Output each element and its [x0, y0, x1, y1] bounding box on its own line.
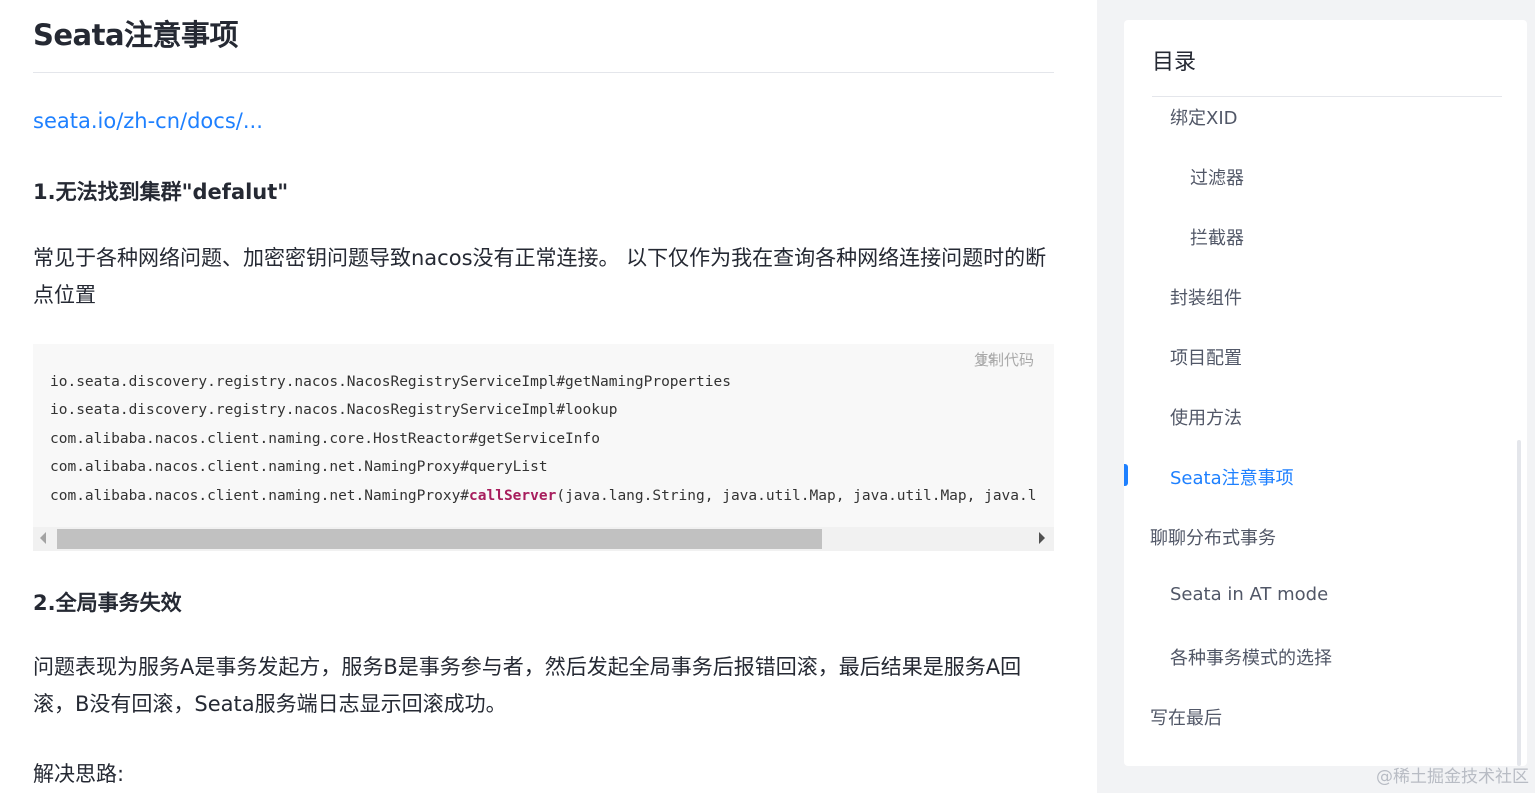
section-heading: Seata注意事项: [33, 18, 239, 52]
scrollbar-thumb[interactable]: [57, 529, 822, 549]
toc-item-conclusion[interactable]: 写在最后: [1150, 704, 1222, 730]
code-line: com.alibaba.nacos.client.naming.net.Nami…: [50, 459, 548, 476]
code-content: io.seata.discovery.registry.nacos.NacosR…: [50, 368, 1036, 510]
code-text: com.alibaba.nacos.client.naming.net.Nami…: [50, 487, 470, 504]
code-block: js 复制代码 io.seata.discovery.registry.naco…: [33, 344, 1054, 551]
toc-item-filter[interactable]: 过滤器: [1190, 164, 1244, 190]
heading-divider: [33, 72, 1054, 73]
code-keyword: callServer: [469, 487, 557, 504]
paragraph-3: 解决思路:: [33, 762, 125, 786]
toc-item-bind-xid[interactable]: 绑定XID: [1170, 104, 1238, 130]
toc-divider: [1152, 96, 1502, 97]
site-watermark: @稀土掘金技术社区: [1376, 767, 1529, 787]
toc-item-usage[interactable]: 使用方法: [1170, 404, 1242, 430]
toc-item-wrap-component[interactable]: 封装组件: [1170, 284, 1242, 310]
toc-active-indicator: [1124, 464, 1128, 486]
docs-link[interactable]: seata.io/zh-cn/docs/...: [33, 109, 263, 133]
toc-item-seata-at-mode[interactable]: Seata in AT mode: [1170, 584, 1328, 605]
table-of-contents: 目录 绑定XID 过滤器 拦截器 封装组件 项目配置 使用方法 Seata注意事…: [1124, 20, 1527, 766]
toc-item-seata-notes[interactable]: Seata注意事项: [1170, 464, 1294, 490]
code-line: io.seata.discovery.registry.nacos.NacosR…: [50, 402, 618, 419]
code-line: io.seata.discovery.registry.nacos.NacosR…: [50, 374, 731, 390]
code-line: com.alibaba.nacos.client.naming.core.Hos…: [50, 430, 600, 447]
code-text: (java.lang.String, java.util.Map, java.u…: [556, 487, 1037, 504]
toc-item-distributed-tx[interactable]: 聊聊分布式事务: [1150, 524, 1276, 550]
code-horizontal-scrollbar[interactable]: [33, 527, 1054, 551]
toc-item-project-config[interactable]: 项目配置: [1170, 344, 1242, 370]
toc-item-interceptor[interactable]: 拦截器: [1190, 224, 1244, 250]
paragraph-2: 问题表现为服务A是事务发起方，服务B是事务参与者，然后发起全局事务后报错回滚，最…: [33, 655, 1022, 716]
scroll-left-arrow-icon[interactable]: [40, 532, 46, 544]
scroll-right-arrow-icon[interactable]: [1039, 532, 1045, 544]
toc-item-tx-mode-choice[interactable]: 各种事务模式的选择: [1170, 644, 1332, 670]
code-line: com.alibaba.nacos.client.naming.net.Nami…: [50, 482, 1036, 510]
subsection-title-1: 1.无法找到集群"defalut": [33, 180, 289, 204]
copy-code-button[interactable]: 复制代码: [974, 349, 1034, 370]
article-content: Seata注意事项 seata.io/zh-cn/docs/... 1.无法找到…: [33, 0, 1054, 793]
subsection-title-2: 2.全局事务失效: [33, 591, 182, 615]
toc-scrollbar[interactable]: [1517, 440, 1521, 766]
paragraph-1: 常见于各种网络问题、加密密钥问题导致nacos没有正常连接。 以下仅作为我在查询…: [33, 246, 1047, 307]
toc-title: 目录: [1152, 50, 1197, 75]
